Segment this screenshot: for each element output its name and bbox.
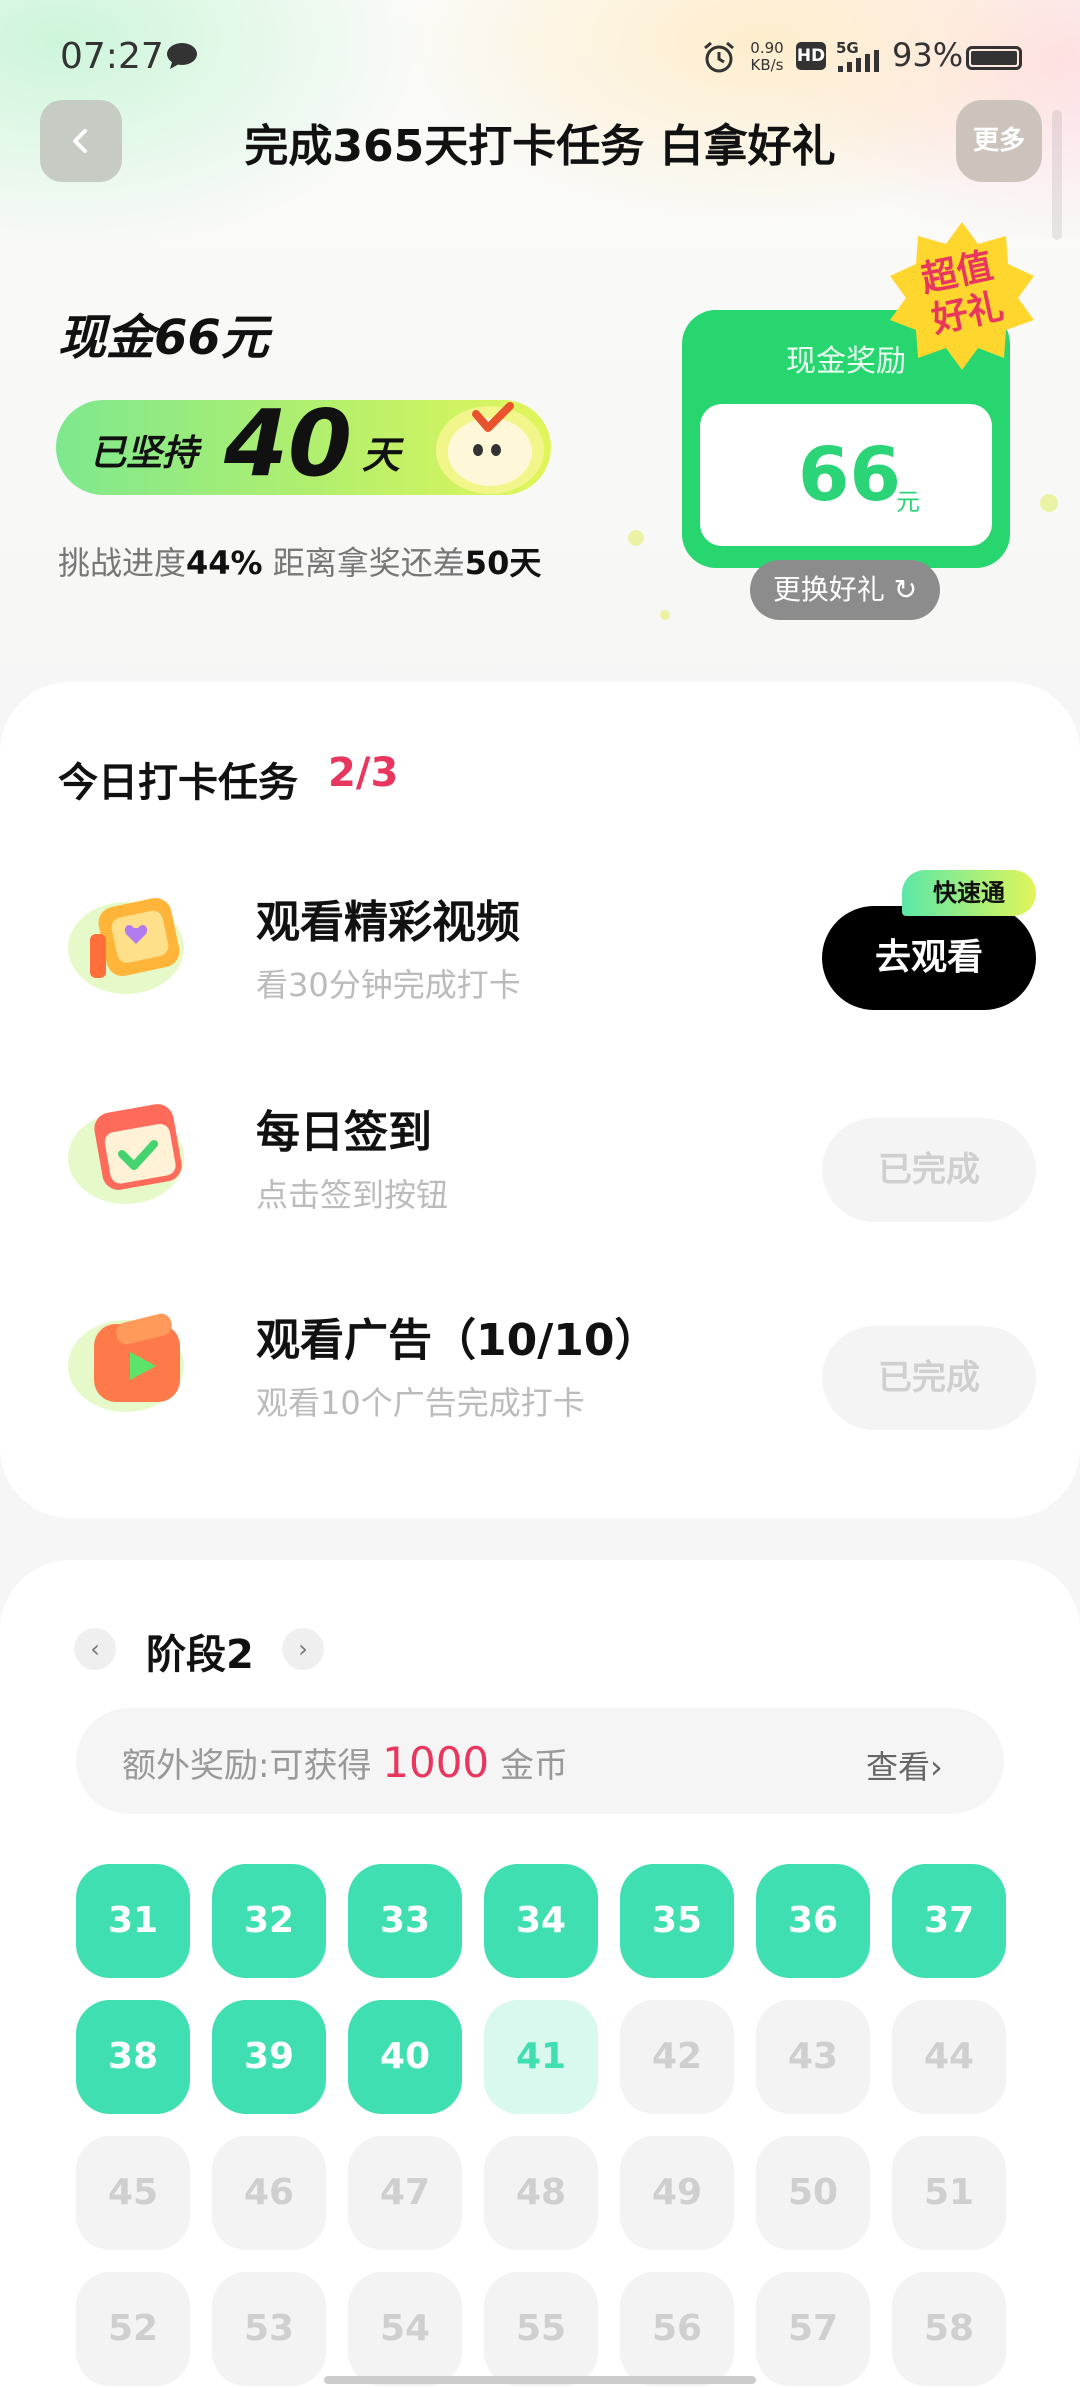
task-subtitle: 点击签到按钮 <box>256 1176 449 1214</box>
day-cell-32[interactable]: 32 <box>212 1864 326 1978</box>
day-cell-57[interactable]: 57 <box>756 2272 870 2386</box>
signal-5g-icon: 5G <box>836 39 879 72</box>
stage-prev-button[interactable]: ‹ <box>74 1628 116 1670</box>
day-cell-51[interactable]: 51 <box>892 2136 1006 2250</box>
day-cell-54[interactable]: 54 <box>348 2272 462 2386</box>
day-cell-47[interactable]: 47 <box>348 2136 462 2250</box>
bonus-amount: 1000 <box>382 1738 490 1787</box>
network-speed: 0.90 KB/s <box>744 40 790 74</box>
cash-reward-title: 现金66元 <box>58 310 269 366</box>
task-title: 每日签到 <box>256 1107 432 1158</box>
streak-pill: 已坚持 40 天 <box>56 390 551 497</box>
stage-next-button[interactable]: › <box>282 1628 324 1670</box>
bonus-prefix: 额外奖励:可获得 <box>122 1746 383 1786</box>
day-cell-58[interactable]: 58 <box>892 2272 1006 2386</box>
calendar-check-icon <box>68 1104 184 1204</box>
battery-percent: 93% <box>892 36 964 74</box>
task-subtitle: 看30分钟完成打卡 <box>256 966 521 1004</box>
day-cell-53[interactable]: 53 <box>212 2272 326 2386</box>
day-cell-33[interactable]: 33 <box>348 1864 462 1978</box>
swap-gift-button[interactable]: 更换好礼 ↻ <box>750 560 940 620</box>
hd-icon: HD <box>796 42 826 70</box>
completed-button[interactable]: 已完成 <box>822 1326 1036 1430</box>
task-row-ads: 观看广告（10/10） 观看10个广告完成打卡 已完成 <box>0 1294 1080 1434</box>
alarm-clock-icon <box>704 41 734 73</box>
day-cell-37[interactable]: 37 <box>892 1864 1006 1978</box>
day-cell-55[interactable]: 55 <box>484 2272 598 2386</box>
scrollbar[interactable] <box>1052 110 1062 240</box>
task-row-video: 观看精彩视频 看30分钟完成打卡 去观看 快速通 <box>0 870 1080 1016</box>
bonus-suffix: 金币 <box>489 1746 568 1786</box>
day-cell-36[interactable]: 36 <box>756 1864 870 1978</box>
tasks-heading: 今日打卡任务 <box>58 760 298 806</box>
reward-amount: 66 <box>798 432 901 518</box>
value-gift-badge: 超值 好礼 <box>890 222 1034 370</box>
sparkle-decoration <box>1040 494 1058 512</box>
watch-video-button[interactable]: 去观看 <box>822 906 1036 1010</box>
svg-text:5G: 5G <box>836 39 859 57</box>
day-cell-46[interactable]: 46 <box>212 2136 326 2250</box>
reward-amount-box: 66 元 <box>700 404 992 546</box>
view-bonus-link[interactable]: 查看› <box>866 1742 943 1788</box>
mascot-icon <box>436 402 544 494</box>
day-cell-44[interactable]: 44 <box>892 2000 1006 2114</box>
day-cell-50[interactable]: 50 <box>756 2136 870 2250</box>
streak-label: 已坚持 <box>90 433 199 474</box>
stage-title: 阶段2 <box>146 1632 254 1678</box>
day-cell-56[interactable]: 56 <box>620 2272 734 2386</box>
day-cell-52[interactable]: 52 <box>76 2272 190 2386</box>
reward-unit: 元 <box>896 488 920 516</box>
day-cell-43[interactable]: 43 <box>756 2000 870 2114</box>
task-title: 观看精彩视频 <box>256 897 520 948</box>
network-speed-value: 0.90 <box>750 39 784 57</box>
day-cell-31[interactable]: 31 <box>76 1864 190 1978</box>
back-button[interactable] <box>40 100 122 182</box>
ad-video-icon <box>68 1313 184 1412</box>
task-subtitle: 观看10个广告完成打卡 <box>256 1384 585 1422</box>
day-cell-40[interactable]: 40 <box>348 2000 462 2114</box>
bonus-text: 额外奖励:可获得 1000 金币 <box>122 1738 568 1787</box>
fast-pass-badge: 快速通 <box>902 870 1036 916</box>
day-cell-49[interactable]: 49 <box>620 2136 734 2250</box>
progress-percent: 44% <box>186 544 263 582</box>
page-title: 完成365天打卡任务 白拿好礼 <box>244 121 836 172</box>
chevron-left-icon <box>73 129 87 153</box>
status-bar: 07:27 0.90 KB/s HD 5G 93% <box>0 30 1080 88</box>
streak-unit: 天 <box>362 433 401 477</box>
bonus-reward-bar[interactable]: 额外奖励:可获得 1000 金币 查看› <box>76 1708 1004 1814</box>
day-cell-41[interactable]: 41 <box>484 2000 598 2114</box>
chat-bubble-icon <box>167 43 197 69</box>
day-cell-39[interactable]: 39 <box>212 2000 326 2114</box>
home-indicator[interactable] <box>324 2376 756 2384</box>
day-grid: 31 32 33 34 35 36 37 38 39 40 41 42 43 44 45 46 47 48 49 50… <box>76 1864 1006 2386</box>
more-button[interactable]: 更多 <box>956 100 1042 182</box>
day-cell-45[interactable]: 45 <box>76 2136 190 2250</box>
progress-mid: 距离拿奖还差 <box>262 544 465 582</box>
network-speed-unit: KB/s <box>750 56 784 74</box>
sparkle-decoration <box>660 610 670 620</box>
remaining-days: 50天 <box>464 544 542 582</box>
sparkle-decoration <box>628 530 644 546</box>
tasks-count: 2/3 <box>328 750 399 796</box>
day-cell-35[interactable]: 35 <box>620 1864 734 1978</box>
day-cell-38[interactable]: 38 <box>76 2000 190 2114</box>
day-cell-42[interactable]: 42 <box>620 2000 734 2114</box>
day-cell-48[interactable]: 48 <box>484 2136 598 2250</box>
video-play-icon <box>68 898 184 994</box>
task-title: 观看广告（10/10） <box>256 1315 659 1366</box>
task-row-checkin: 每日签到 点击签到按钮 已完成 <box>0 1086 1080 1226</box>
streak-days: 40 <box>224 390 353 497</box>
completed-button[interactable]: 已完成 <box>822 1118 1036 1222</box>
battery-icon <box>966 46 1022 70</box>
status-time: 07:27 <box>60 36 164 77</box>
day-cell-34[interactable]: 34 <box>484 1864 598 1978</box>
progress-text: 挑战进度44% 距离拿奖还差50天 <box>58 538 541 584</box>
progress-prefix: 挑战进度 <box>58 544 187 582</box>
